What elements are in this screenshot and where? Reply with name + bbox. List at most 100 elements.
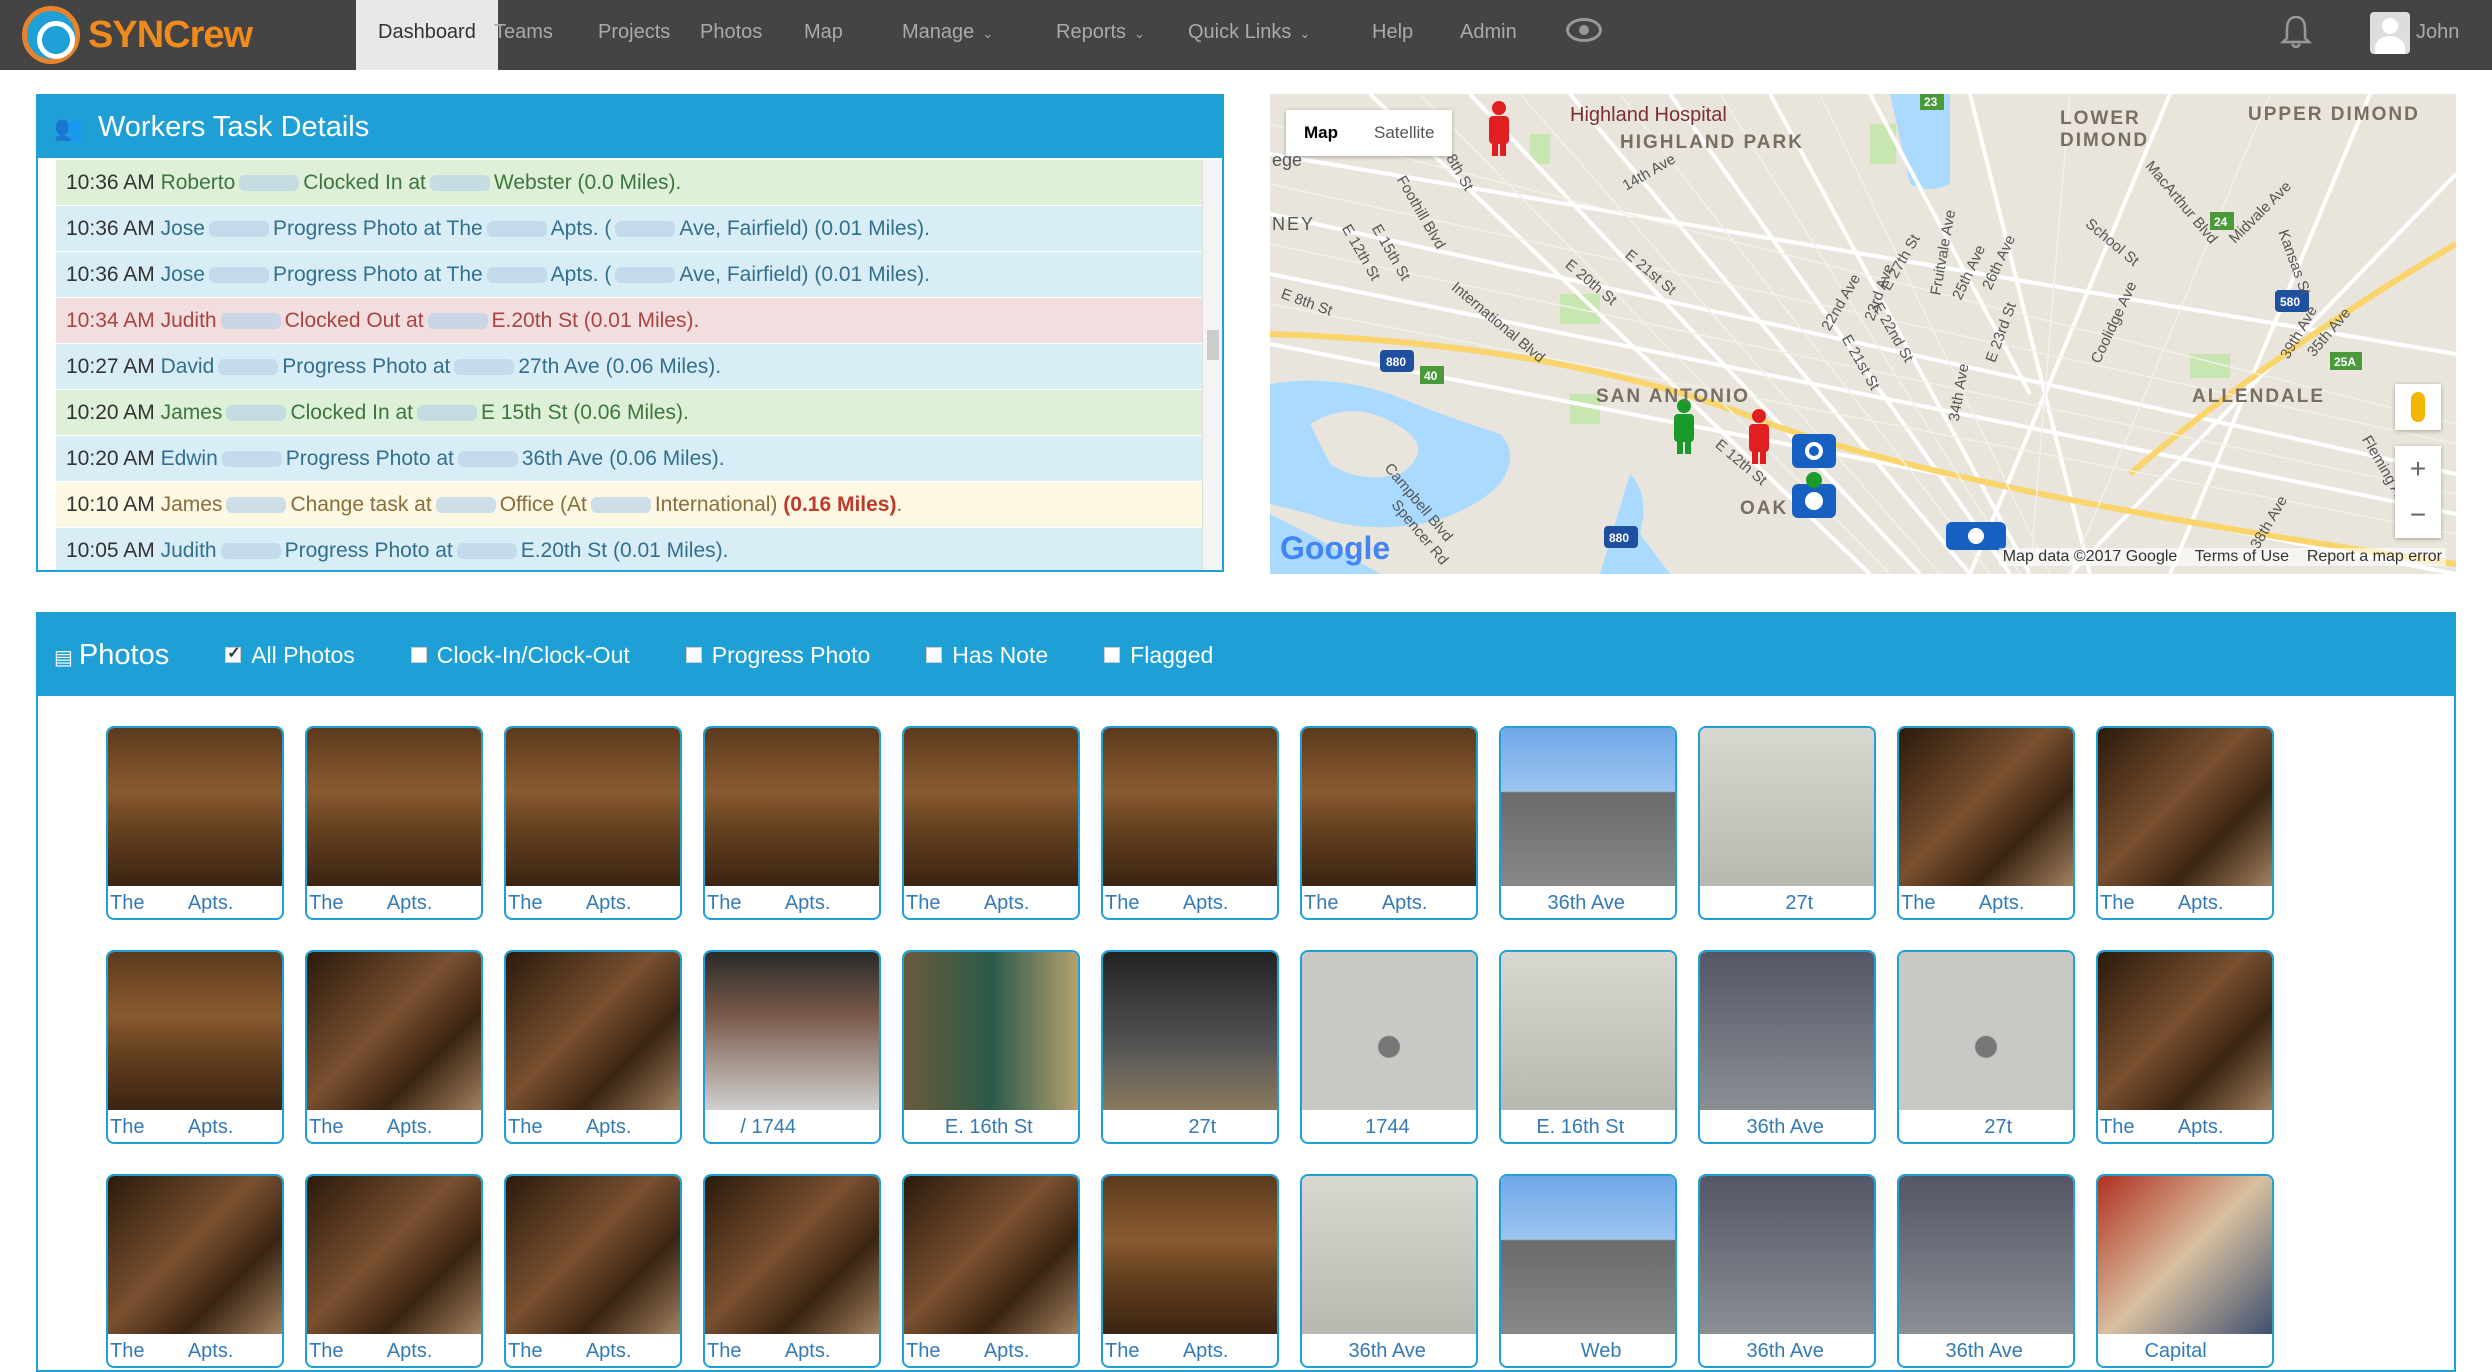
task-row[interactable]: 10:36 AM Jose Progress Photo at The Apts. … xyxy=(56,206,1222,252)
photo-caption-link[interactable]: The Apts. xyxy=(108,1334,282,1366)
report-map-error-link[interactable]: Report a map error xyxy=(2307,548,2442,565)
photo-image[interactable] xyxy=(705,1176,879,1334)
photo-thumbnail[interactable]: The Apts. xyxy=(703,1174,881,1368)
zoom-in-button[interactable]: + xyxy=(2395,446,2441,492)
photo-thumbnail[interactable]: The Apts. xyxy=(504,950,682,1144)
photo-thumbnail[interactable]: The Apts. xyxy=(305,1174,483,1368)
photo-thumbnail[interactable]: The Apts. xyxy=(902,1174,1080,1368)
terms-of-use-link[interactable]: Terms of Use xyxy=(2195,548,2289,565)
worker-marker-red[interactable] xyxy=(1489,101,1509,156)
photo-image[interactable] xyxy=(307,1176,481,1334)
photo-caption-link[interactable]: The Apts. xyxy=(1103,886,1277,918)
map-view[interactable]: 880 40 23 24 580 25A 880 Map Satellite H… xyxy=(1270,94,2456,574)
photo-caption-link[interactable]: The Apts. xyxy=(705,886,879,918)
task-list-scrollbar[interactable] xyxy=(1202,160,1222,570)
photo-image[interactable] xyxy=(1103,728,1277,886)
photo-caption-link[interactable]: 36th Ave xyxy=(1700,1110,1874,1142)
photo-thumbnail[interactable]: 36th Ave xyxy=(1300,1174,1478,1368)
brand-logo-link[interactable]: SYNCrew xyxy=(22,6,253,64)
photo-thumbnail[interactable]: / 1744 xyxy=(703,950,881,1144)
photo-image[interactable] xyxy=(307,728,481,886)
filter-checkbox[interactable] xyxy=(926,647,943,663)
task-row[interactable]: 10:36 AM Roberto Clocked In at Webster (0.… xyxy=(56,160,1222,206)
photo-caption-link[interactable]: 1744 xyxy=(1302,1110,1476,1142)
photo-image[interactable] xyxy=(1103,952,1277,1110)
avatar[interactable] xyxy=(2370,12,2410,54)
photo-caption-link[interactable]: The Apts. xyxy=(307,886,481,918)
nav-dashboard[interactable]: Dashboard xyxy=(356,0,498,70)
filter-has-note[interactable]: Has Note xyxy=(926,642,1048,669)
photo-thumbnail[interactable]: The Apts. xyxy=(703,726,881,920)
photo-image[interactable] xyxy=(2098,1176,2272,1334)
photo-caption-link[interactable]: 36th Ave xyxy=(1501,886,1675,918)
photo-image[interactable] xyxy=(1302,1176,1476,1334)
street-view-pegman-icon[interactable] xyxy=(2395,384,2441,430)
photo-caption-link[interactable]: The Apts. xyxy=(1899,886,2073,918)
map-type-satellite-button[interactable]: Satellite xyxy=(1356,110,1453,156)
photo-caption-link[interactable]: The Apts. xyxy=(506,1110,680,1142)
photo-image[interactable] xyxy=(2098,728,2272,886)
photo-thumbnail[interactable]: Web xyxy=(1499,1174,1677,1368)
photo-image[interactable] xyxy=(1302,728,1476,886)
photo-image[interactable] xyxy=(904,728,1078,886)
filter-checkbox[interactable] xyxy=(410,647,427,663)
filter-progress-photo[interactable]: Progress Photo xyxy=(685,642,870,669)
photo-image[interactable] xyxy=(1700,728,1874,886)
photo-caption-link[interactable]: Capital xyxy=(2098,1334,2272,1366)
photo-caption-link[interactable]: The Apts. xyxy=(307,1110,481,1142)
photo-image[interactable] xyxy=(1700,952,1874,1110)
photo-thumbnail[interactable]: 27t xyxy=(1101,950,1279,1144)
photo-image[interactable] xyxy=(1501,728,1675,886)
filter-all-photos[interactable]: All Photos xyxy=(225,642,355,669)
zoom-out-button[interactable]: − xyxy=(2395,492,2441,538)
photo-caption-link[interactable]: 36th Ave xyxy=(1700,1334,1874,1366)
task-row[interactable]: 10:05 AM Judith Progress Photo at E.20th S… xyxy=(56,528,1222,570)
eye-icon[interactable] xyxy=(1566,18,1602,42)
nav-projects[interactable]: Projects xyxy=(598,0,670,70)
filter-checkbox[interactable] xyxy=(685,647,702,663)
task-row[interactable]: 10:20 AM James Clocked In at E 15th St (0.… xyxy=(56,390,1222,436)
nav-teams[interactable]: Teams xyxy=(494,0,553,70)
photo-caption-link[interactable]: 36th Ave xyxy=(1302,1334,1476,1366)
photo-image[interactable] xyxy=(904,952,1078,1110)
filter-checkbox[interactable] xyxy=(225,643,242,663)
task-list[interactable]: 10:36 AM Roberto Clocked In at Webster (0.… xyxy=(56,160,1222,570)
photo-thumbnail[interactable]: The Apts. xyxy=(902,726,1080,920)
photo-caption-link[interactable]: The Apts. xyxy=(904,886,1078,918)
photo-caption-link[interactable]: 27t xyxy=(1899,1110,2073,1142)
photo-image[interactable] xyxy=(1700,1176,1874,1334)
photo-thumbnail[interactable]: 1744 xyxy=(1300,950,1478,1144)
task-row[interactable]: 10:34 AM Judith Clocked Out at E.20th St (… xyxy=(56,298,1222,344)
photo-image[interactable] xyxy=(1501,952,1675,1110)
photo-image[interactable] xyxy=(108,728,282,886)
task-row[interactable]: 10:10 AM James Change task at Office (At In… xyxy=(56,482,1222,528)
bell-icon[interactable] xyxy=(2280,14,2312,50)
photo-caption-link[interactable]: The Apts. xyxy=(506,886,680,918)
photo-image[interactable] xyxy=(506,952,680,1110)
photo-thumbnail[interactable]: The Apts. xyxy=(305,950,483,1144)
photo-caption-link[interactable]: The Apts. xyxy=(108,886,282,918)
nav-photos[interactable]: Photos xyxy=(700,0,762,70)
photo-marker-camera[interactable] xyxy=(1946,522,2006,550)
nav-help[interactable]: Help xyxy=(1372,0,1413,70)
photo-thumbnail[interactable]: 36th Ave xyxy=(1897,1174,2075,1368)
photo-thumbnail[interactable]: The Apts. xyxy=(2096,950,2274,1144)
photo-thumbnail[interactable]: The Apts. xyxy=(1897,726,2075,920)
photo-caption-link[interactable]: The Apts. xyxy=(904,1334,1078,1366)
photo-thumbnail[interactable]: E. 16th St xyxy=(902,950,1080,1144)
nav-map[interactable]: Map xyxy=(804,0,843,70)
photo-thumbnail[interactable]: 27t xyxy=(1897,950,2075,1144)
photo-image[interactable] xyxy=(705,952,879,1110)
photo-caption-link[interactable]: 36th Ave xyxy=(1899,1334,2073,1366)
photo-thumbnail[interactable]: The Apts. xyxy=(305,726,483,920)
nav-quick-links[interactable]: Quick Links ⌄ xyxy=(1188,0,1310,70)
photo-image[interactable] xyxy=(1103,1176,1277,1334)
photo-thumbnail[interactable]: The Apts. xyxy=(504,1174,682,1368)
nav-reports[interactable]: Reports ⌄ xyxy=(1056,0,1145,70)
photo-thumbnail[interactable]: 36th Ave xyxy=(1499,726,1677,920)
photo-caption-link[interactable]: The Apts. xyxy=(2098,886,2272,918)
photo-caption-link[interactable]: The Apts. xyxy=(506,1334,680,1366)
task-row[interactable]: 10:27 AM David Progress Photo at 27th Ave … xyxy=(56,344,1222,390)
photo-caption-link[interactable]: The Apts. xyxy=(705,1334,879,1366)
nav-manage[interactable]: Manage ⌄ xyxy=(902,0,993,70)
